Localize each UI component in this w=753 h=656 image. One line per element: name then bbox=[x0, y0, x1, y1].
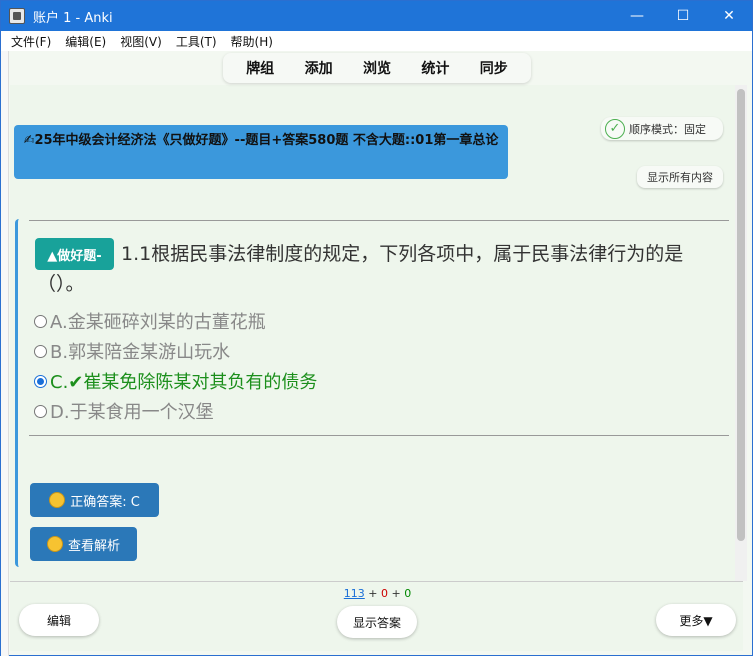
view-explanation-button[interactable]: 查看解析 bbox=[30, 527, 137, 561]
count-separator: + bbox=[364, 587, 381, 600]
view-explanation-label: 查看解析 bbox=[67, 538, 120, 554]
count-separator: + bbox=[388, 587, 405, 600]
minimize-button[interactable]: — bbox=[614, 1, 660, 31]
learn-count: 0 bbox=[381, 587, 388, 600]
thinking-emoji-icon bbox=[46, 536, 63, 552]
option-c[interactable]: C.✔崔某免除陈某对其负有的债务 bbox=[34, 368, 317, 394]
order-mode-label: 顺序模式：固定 bbox=[629, 122, 706, 136]
option-a[interactable]: A.金某砸碎刘某的古董花瓶 bbox=[34, 308, 266, 334]
option-c-radio[interactable] bbox=[34, 374, 47, 388]
show-answer-button[interactable]: 显示答案 bbox=[337, 606, 417, 638]
smile-emoji-icon bbox=[49, 492, 66, 508]
correct-answer-button[interactable]: 正确答案: C bbox=[30, 483, 159, 517]
option-d-radio[interactable] bbox=[34, 404, 47, 418]
review-count: 0 bbox=[404, 587, 412, 600]
divider-top bbox=[29, 220, 729, 221]
menu-file[interactable]: 文件(F) bbox=[11, 33, 51, 50]
option-a-label: A.金某砸碎刘某的古董花瓶 bbox=[50, 312, 266, 333]
scrollbar-thumb[interactable] bbox=[737, 89, 745, 541]
due-counts: 113 + 0 + 0 bbox=[1, 587, 753, 600]
option-a-radio[interactable] bbox=[34, 314, 47, 328]
question-tag: ▲做好题- bbox=[35, 238, 114, 270]
content-scrollbar[interactable] bbox=[735, 85, 747, 581]
show-all-button[interactable]: 显示所有内容 bbox=[637, 166, 723, 188]
close-button[interactable]: ✕ bbox=[706, 1, 752, 31]
anki-app-icon bbox=[9, 8, 25, 24]
check-circle-icon: ✓ bbox=[605, 118, 625, 139]
window-title: 账户 1 - Anki bbox=[33, 10, 113, 26]
menu-help[interactable]: 帮助(H) bbox=[231, 33, 273, 50]
menu-edit[interactable]: 编辑(E) bbox=[65, 33, 106, 50]
edit-button[interactable]: 编辑 bbox=[19, 604, 99, 636]
toolbar-decks[interactable]: 牌组 bbox=[246, 58, 274, 78]
question-text: 1.1根据民事法律制度的规定，下列各项中，属于民事法律行为的是（）。 bbox=[37, 243, 684, 295]
window-controls: — ☐ ✕ bbox=[614, 1, 752, 31]
order-mode-toggle[interactable]: ✓ 顺序模式：固定 bbox=[601, 117, 723, 140]
divider-bottom bbox=[29, 435, 729, 436]
option-b-label: B.郭某陪金某游山玩水 bbox=[50, 342, 231, 363]
option-c-label: C.✔崔某免除陈某对其负有的债务 bbox=[50, 372, 318, 393]
toolbar-sync[interactable]: 同步 bbox=[480, 58, 508, 78]
deck-name-banner: ✍25年中级会计经济法《只做好题》--题目+答案580题 不含大题::01第一章… bbox=[14, 125, 508, 179]
menu-view[interactable]: 视图(V) bbox=[120, 33, 162, 50]
title-bar: 账户 1 - Anki — ☐ ✕ bbox=[1, 1, 752, 31]
anki-window: 账户 1 - Anki — ☐ ✕ 文件(F) 编辑(E) 视图(V) 工具(T… bbox=[0, 0, 753, 656]
toolbar-browse[interactable]: 浏览 bbox=[363, 58, 391, 78]
maximize-button[interactable]: ☐ bbox=[660, 1, 706, 31]
option-d-label: D.于某食用一个汉堡 bbox=[50, 402, 214, 423]
main-toolbar: 牌组 添加 浏览 统计 同步 bbox=[223, 53, 531, 83]
more-button[interactable]: 更多▼ bbox=[656, 604, 736, 636]
option-d[interactable]: D.于某食用一个汉堡 bbox=[34, 398, 214, 424]
toolbar-add[interactable]: 添加 bbox=[305, 58, 333, 78]
option-b[interactable]: B.郭某陪金某游山玩水 bbox=[34, 338, 230, 364]
left-edge-panel bbox=[1, 51, 9, 656]
menu-bar: 文件(F) 编辑(E) 视图(V) 工具(T) 帮助(H) bbox=[1, 31, 752, 51]
correct-answer-label: 正确答案: C bbox=[70, 494, 140, 510]
option-b-radio[interactable] bbox=[34, 344, 47, 358]
new-count[interactable]: 113 bbox=[344, 587, 365, 600]
toolbar-stats[interactable]: 统计 bbox=[421, 58, 449, 78]
menu-tools[interactable]: 工具(T) bbox=[176, 33, 217, 50]
